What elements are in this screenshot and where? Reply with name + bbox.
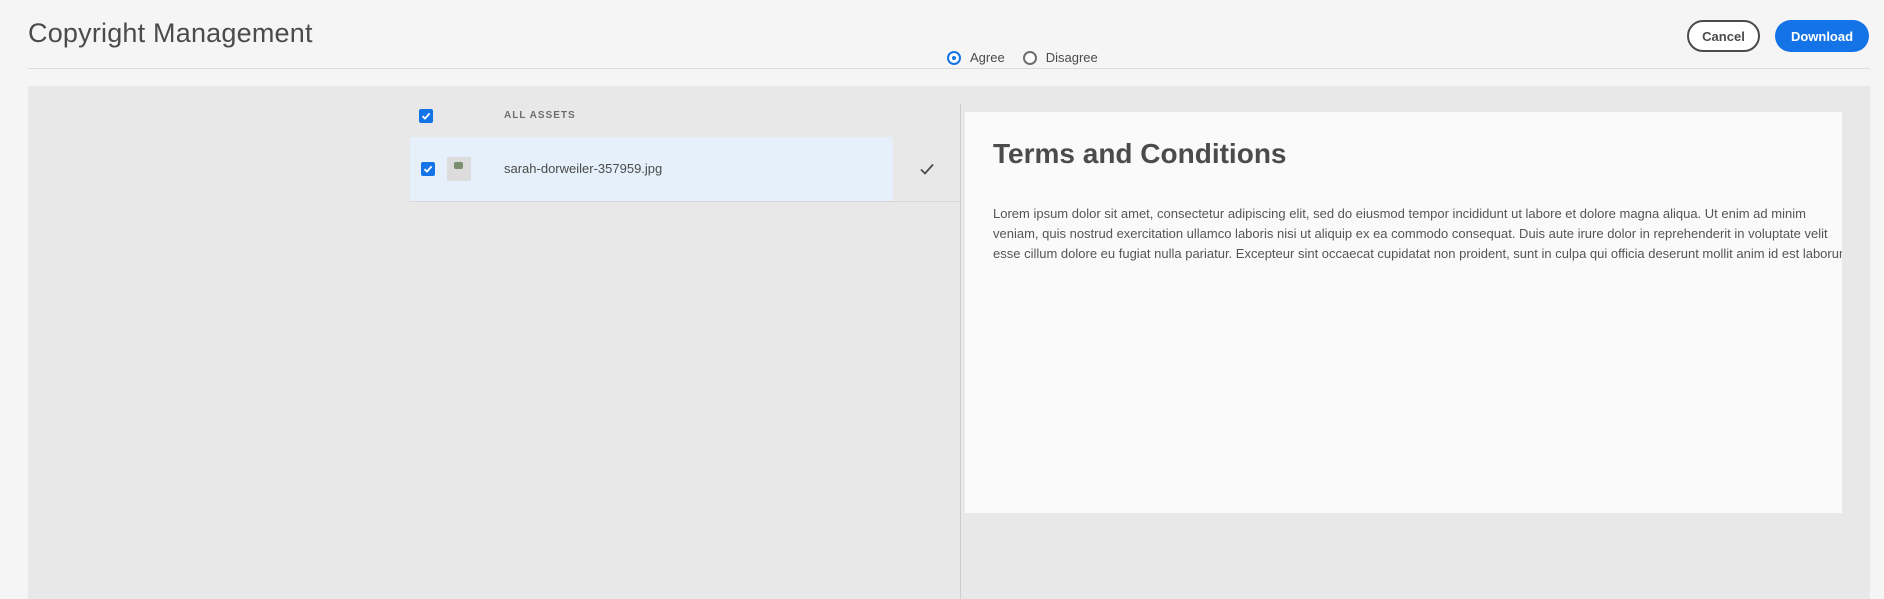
header-divider	[28, 68, 1870, 69]
terms-panel: Terms and Conditions Lorem ipsum dolor s…	[965, 112, 1842, 513]
agreement-options: Agree Disagree	[947, 50, 1116, 65]
asset-checkbox[interactable]	[421, 162, 435, 176]
asset-filename: sarah-dorweiler-357959.jpg	[504, 161, 663, 176]
cancel-button[interactable]: Cancel	[1687, 20, 1760, 52]
agree-label[interactable]: Agree	[970, 50, 1005, 65]
download-button[interactable]: Download	[1775, 20, 1869, 52]
check-icon	[919, 163, 934, 175]
all-assets-label: ALL ASSETS	[504, 110, 576, 121]
select-all-checkbox[interactable]	[419, 109, 433, 123]
asset-row[interactable]: sarah-dorweiler-357959.jpg	[410, 137, 960, 202]
disagree-radio[interactable]	[1022, 50, 1037, 65]
page-title: Copyright Management	[28, 18, 313, 48]
disagree-label[interactable]: Disagree	[1046, 50, 1098, 65]
checkmark-icon	[423, 165, 433, 173]
checkmark-icon	[421, 112, 431, 120]
assets-header-row: ALL ASSETS	[409, 96, 960, 146]
asset-thumbnail	[447, 157, 471, 181]
asset-status-cell	[893, 137, 960, 201]
terms-title: Terms and Conditions	[993, 138, 1287, 169]
panel-divider	[960, 104, 961, 599]
assets-panel: ALL ASSETS sarah-dorweiler-357959.jpg	[28, 86, 960, 599]
terms-body: Lorem ipsum dolor sit amet, consectetur …	[993, 206, 1842, 261]
agree-radio[interactable]	[947, 50, 961, 65]
